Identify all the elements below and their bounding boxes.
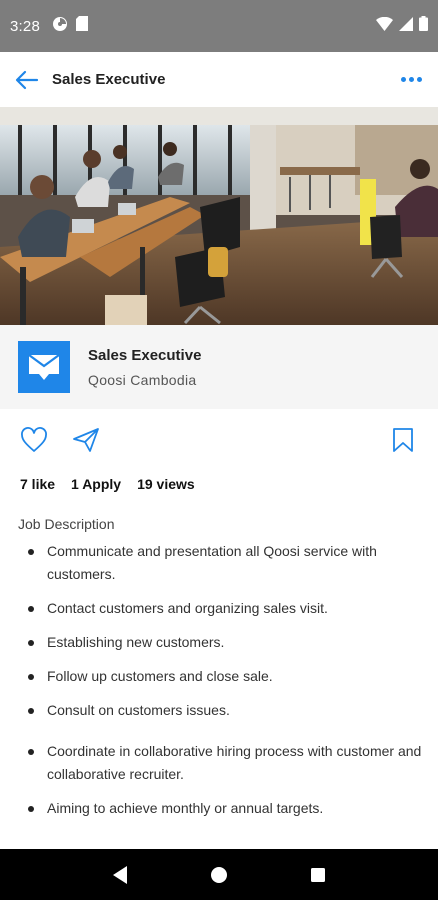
description-list: Communicate and presentation all Qoosi s… [18,540,423,820]
list-item: Communicate and presentation all Qoosi s… [18,540,423,586]
battery-icon [419,16,428,36]
job-description: Job Description Communicate and presenta… [18,516,423,831]
status-right-icons [376,16,428,36]
more-options-button[interactable] [397,69,426,90]
description-title: Job Description [18,516,115,532]
bookmark-icon [393,428,413,452]
apply-count: 1 Apply [71,476,122,492]
like-count: 7 like [20,476,56,492]
app-bar: Sales Executive [0,52,438,107]
list-item: Establishing new customers. [18,631,423,654]
pie-chart-icon [52,16,68,37]
view-count: 19 views [137,476,195,492]
like-button[interactable] [20,427,48,453]
company-text: Sales Executive Qoosi Cambodia [88,347,201,388]
list-item: Aiming to achieve monthly or annual targ… [18,797,423,820]
company-card[interactable]: Sales Executive Qoosi Cambodia [0,325,438,409]
list-item: Consult on customers issues. [18,699,423,722]
recents-square-icon [311,867,326,882]
status-bar: 3:28 [0,0,438,52]
system-recents-button[interactable] [298,855,338,895]
system-nav-bar [0,849,438,900]
signal-icon [399,16,413,36]
actions-row [0,418,438,462]
bookmark-button[interactable] [392,427,414,453]
status-time: 3:28 [10,17,40,35]
list-item: Follow up customers and close sale. [18,665,423,688]
company-logo [18,341,70,393]
status-left-icons [52,16,88,37]
list-item: Coordinate in collaborative hiring proce… [18,740,423,786]
job-title: Sales Executive [88,346,202,364]
back-arrow-icon [15,70,39,89]
chat-envelope-icon [28,354,60,380]
more-dots-icon [417,77,422,82]
home-circle-icon [210,866,227,883]
system-back-button[interactable] [100,855,140,895]
job-stats: 7 like 1 Apply 19 views [20,476,195,492]
heart-icon [21,427,47,452]
system-home-button[interactable] [199,855,239,895]
list-item: Contact customers and organizing sales v… [18,597,423,620]
company-name: Qoosi Cambodia [88,371,197,388]
sd-card-icon [76,16,88,36]
send-icon [73,428,99,452]
share-button[interactable] [72,427,100,453]
more-dots-icon [401,77,406,82]
page-title: Sales Executive [52,71,166,88]
wifi-icon [376,16,393,36]
back-triangle-icon [112,865,127,884]
more-dots-icon [409,77,414,82]
office-photo [0,107,438,325]
back-button[interactable] [12,65,42,95]
